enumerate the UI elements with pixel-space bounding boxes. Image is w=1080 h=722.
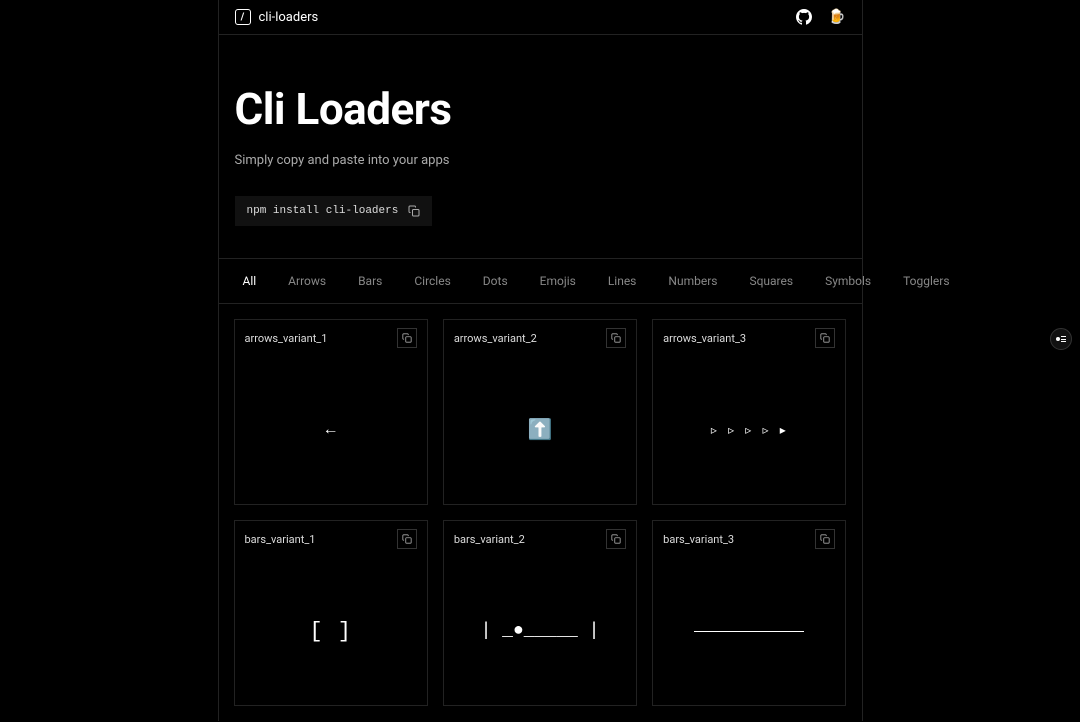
copy-button[interactable] (606, 328, 626, 348)
copy-button[interactable] (606, 529, 626, 549)
install-command[interactable]: npm install cli-loaders (235, 196, 433, 226)
copy-button[interactable] (397, 328, 417, 348)
tab-numbers[interactable]: Numbers (652, 259, 733, 303)
loader-preview: ▹ ▹ ▹ ▹ ▸ (653, 356, 845, 504)
page-title: Cli Loaders (235, 83, 846, 135)
loader-preview: [ ] (235, 557, 427, 705)
tab-bars[interactable]: Bars (342, 259, 398, 303)
copy-icon (611, 333, 621, 343)
loader-card: bars_variant_2 | _●_____ | (443, 520, 637, 706)
settings-icon (1056, 336, 1066, 342)
tab-all[interactable]: All (227, 259, 273, 303)
brand-name: cli-loaders (259, 10, 319, 25)
loader-preview: ← (235, 356, 427, 504)
logo-icon: / (235, 9, 251, 25)
loader-card: arrows_variant_2 ⬆️ (443, 319, 637, 505)
copy-icon (402, 333, 412, 343)
github-icon[interactable] (796, 9, 812, 25)
copy-button[interactable] (815, 328, 835, 348)
tab-arrows[interactable]: Arrows (272, 259, 342, 303)
tab-dots[interactable]: Dots (467, 259, 524, 303)
card-title: arrows_variant_1 (245, 332, 328, 345)
tab-circles[interactable]: Circles (398, 259, 466, 303)
card-title: bars_variant_2 (454, 533, 525, 546)
loader-preview: | _●_____ | (444, 557, 636, 705)
copy-button[interactable] (815, 529, 835, 549)
loader-preview: ⬆️ (444, 356, 636, 504)
hero-section: Cli Loaders Simply copy and paste into y… (219, 35, 862, 258)
card-title: bars_variant_3 (663, 533, 734, 546)
settings-fab[interactable] (1050, 328, 1072, 350)
tab-lines[interactable]: Lines (592, 259, 653, 303)
loader-card: arrows_variant_3 ▹ ▹ ▹ ▹ ▸ (652, 319, 846, 505)
copy-icon (402, 534, 412, 544)
tab-squares[interactable]: Squares (733, 259, 809, 303)
card-title: bars_variant_1 (245, 533, 316, 546)
header: / cli-loaders 🍺 (219, 0, 862, 35)
category-tabs: All Arrows Bars Circles Dots Emojis Line… (219, 258, 862, 304)
card-title: arrows_variant_3 (663, 332, 746, 345)
copy-icon (611, 534, 621, 544)
copy-icon[interactable] (408, 205, 420, 217)
tab-emojis[interactable]: Emojis (524, 259, 592, 303)
donate-icon[interactable]: 🍺 (828, 9, 845, 25)
header-actions: 🍺 (796, 9, 845, 25)
page-subtitle: Simply copy and paste into your apps (235, 153, 846, 168)
tab-togglers[interactable]: Togglers (887, 259, 965, 303)
copy-button[interactable] (397, 529, 417, 549)
loader-preview (653, 557, 845, 705)
tab-symbols[interactable]: Symbols (809, 259, 887, 303)
loader-card: arrows_variant_1 ← (234, 319, 428, 505)
copy-icon (820, 333, 830, 343)
copy-icon (820, 534, 830, 544)
card-title: arrows_variant_2 (454, 332, 537, 345)
loader-card: bars_variant_1 [ ] (234, 520, 428, 706)
header-brand-area[interactable]: / cli-loaders (235, 9, 319, 25)
loader-card: bars_variant_3 (652, 520, 846, 706)
install-command-text: npm install cli-loaders (247, 205, 399, 217)
loader-grid: arrows_variant_1 ← arrows_variant_2 ⬆️ a… (219, 304, 862, 721)
